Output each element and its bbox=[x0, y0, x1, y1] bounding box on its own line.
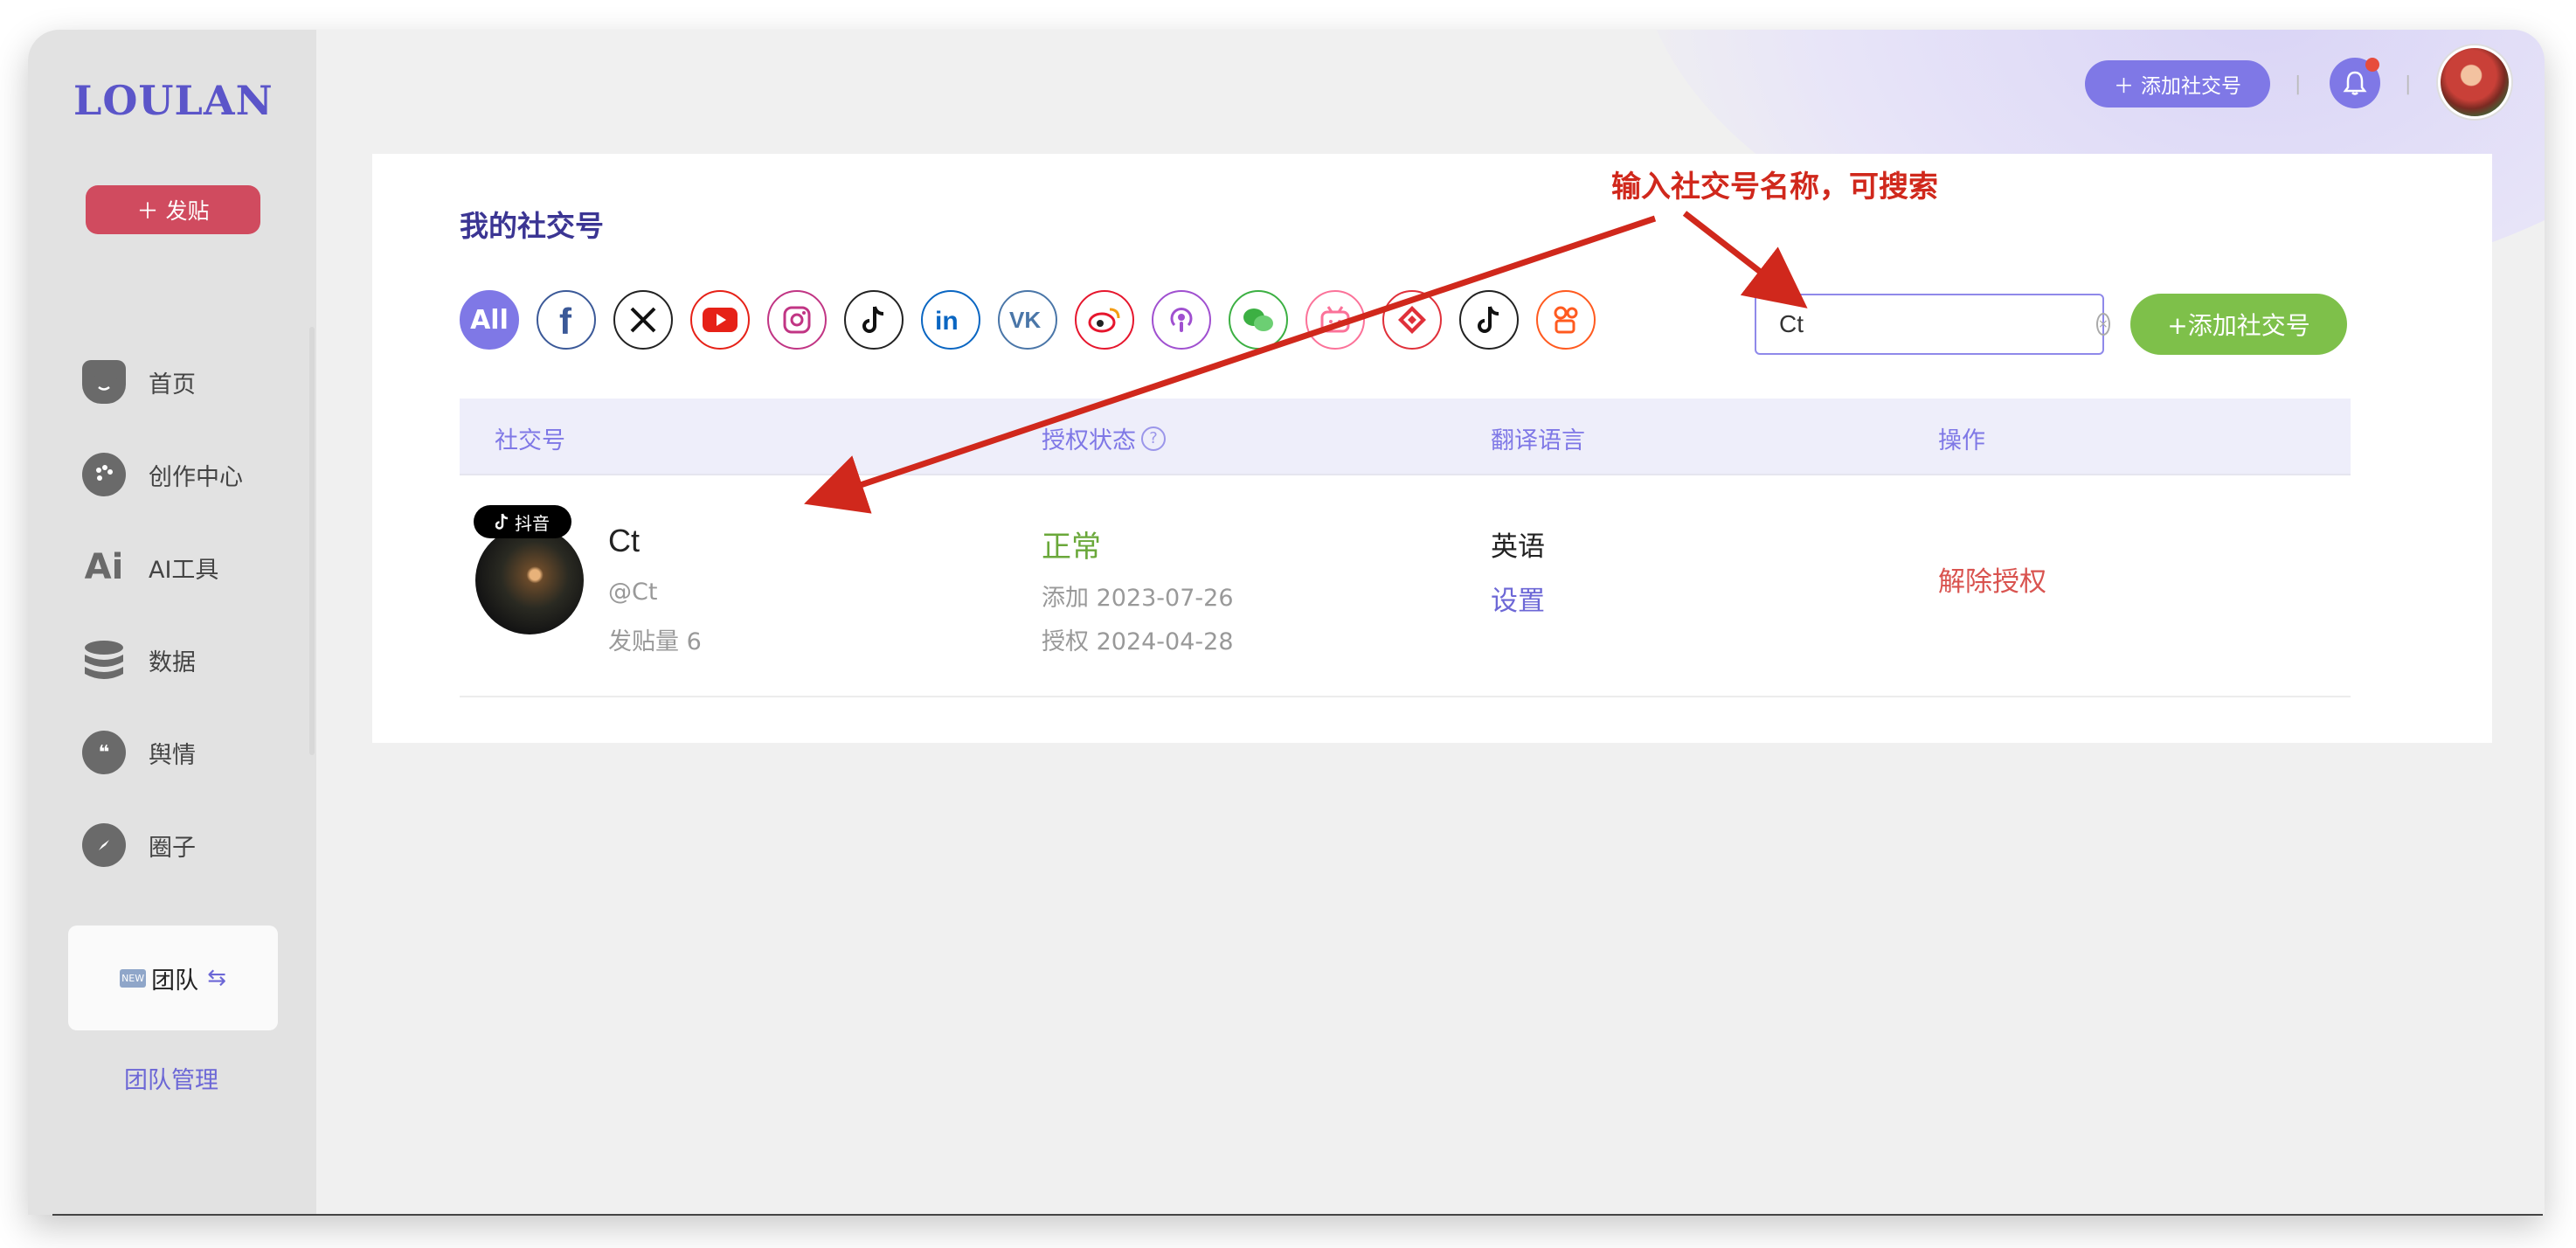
annotation-arrow-to-row bbox=[804, 215, 1657, 514]
annotation-arrow-to-search bbox=[1682, 211, 1808, 309]
annotation-arrows bbox=[804, 211, 1808, 514]
window-bottom-edge bbox=[52, 1214, 2543, 1216]
